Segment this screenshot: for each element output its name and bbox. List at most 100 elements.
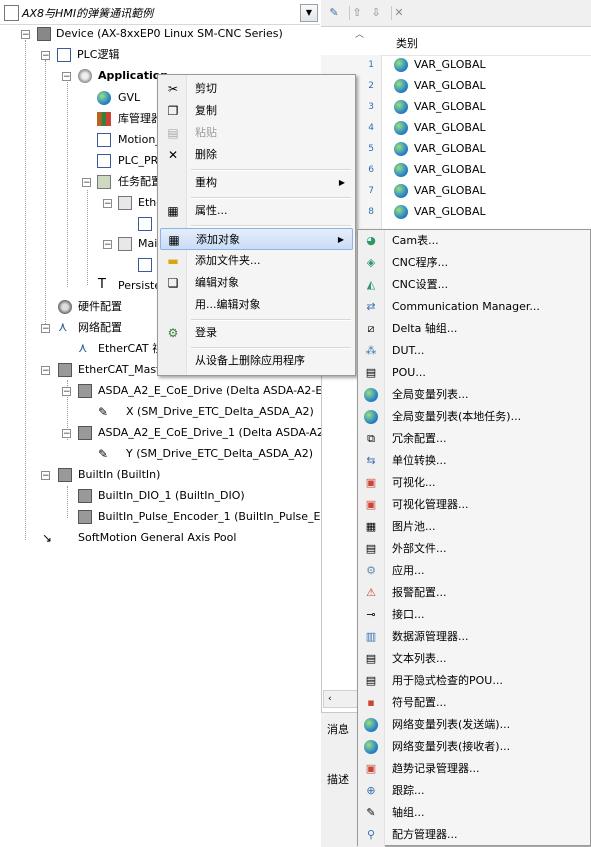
tree-row-persistent[interactable]: T Persiste <box>0 276 161 296</box>
collapse-toggle[interactable]: − <box>62 429 71 439</box>
tree-row-builtin-encoder[interactable]: BuiltIn_Pulse_Encoder_1 (BuiltIn_Pulse_E… <box>0 507 320 527</box>
collapse-toggle[interactable]: − <box>41 471 50 481</box>
menu-item-add-object[interactable]: ▦ 添加对象 ▶ <box>160 228 353 250</box>
menu-item-cut[interactable]: ✂ 剪切 <box>160 78 353 100</box>
menu-item-delete[interactable]: ✕ 删除 <box>160 144 353 166</box>
grid-row[interactable]: VAR_GLOBAL <box>394 75 486 96</box>
scroll-left-button[interactable]: ‹ <box>323 690 358 708</box>
grid-row[interactable]: VAR_GLOBAL <box>394 201 486 222</box>
tree-row-main-task[interactable]: − Main <box>0 234 164 254</box>
tree-row-plc-prg[interactable]: PLC_PRC <box>0 151 165 171</box>
globe-icon <box>364 718 378 732</box>
collapse-toggle[interactable]: − <box>103 240 112 250</box>
submenu-item-trace[interactable]: ⊕ 跟踪... <box>360 780 588 802</box>
tree-row-plc-logic[interactable]: − PLC逻辑 <box>0 45 320 65</box>
grid-row[interactable]: VAR_GLOBAL <box>394 96 486 117</box>
tree-row-task-config[interactable]: − 任务配置 <box>0 172 162 192</box>
submenu-item-alarm-config[interactable]: ⚠ 报警配置... <box>360 582 588 604</box>
collapse-toggle[interactable]: − <box>41 324 50 334</box>
menu-item-login[interactable]: ⚙ 登录 <box>160 322 353 344</box>
tree-row-main-call[interactable] <box>0 255 160 275</box>
add-variable-icon[interactable]: ✎ <box>327 6 341 20</box>
device-icon <box>78 426 92 440</box>
tree-row-ethercat-view[interactable]: ⋏ EtherCAT 视 <box>0 339 164 359</box>
submenu-item-datasource-manager[interactable]: ▥ 数据源管理器... <box>360 626 588 648</box>
menu-item-properties[interactable]: ▦ 属性... <box>160 200 353 222</box>
submenu-item-communication-manager[interactable]: ⇄ Communication Manager... <box>360 296 588 318</box>
collapse-toggle[interactable]: − <box>82 178 91 188</box>
submenu-item-text-list[interactable]: ▤ 文本列表... <box>360 648 588 670</box>
tree-row-motion[interactable]: Motion_ <box>0 130 161 150</box>
tree-dropdown-button[interactable]: ▼ <box>300 4 318 22</box>
tree-row-axis-pool[interactable]: ↘ SoftMotion General Axis Pool <box>0 528 320 548</box>
menu-item-remove-app[interactable]: 从设备上删除应用程序 <box>160 350 353 372</box>
collapse-toggle[interactable]: − <box>41 366 50 376</box>
tab-description[interactable]: 描述 <box>327 771 349 787</box>
axis-group-icon: ⧄ <box>367 322 375 335</box>
collapse-toggle[interactable]: − <box>62 72 71 82</box>
tree-row-axis-x[interactable]: ✎ X (SM_Drive_ETC_Delta_ASDA_A2) <box>0 402 320 422</box>
submenu-item-axis-group[interactable]: ✎ 轴组... <box>360 802 588 824</box>
submenu-item-image-pool[interactable]: ▦ 图片池... <box>360 516 588 538</box>
delete-icon[interactable]: ✕ <box>391 6 406 20</box>
collapse-toggle[interactable]: − <box>41 51 50 61</box>
collapse-toggle[interactable]: − <box>62 387 71 397</box>
tree-row-drive-y[interactable]: − ASDA_A2_E_CoE_Drive_1 (Delta ASDA-A2-E <box>0 423 335 443</box>
submenu-item-redundancy[interactable]: ⧉ 冗余配置... <box>360 428 588 450</box>
tree-row-library-manager[interactable]: 库管理器 <box>0 109 162 129</box>
submenu-item-pou[interactable]: ▤ POU... <box>360 362 588 384</box>
grid-row[interactable]: VAR_GLOBAL <box>394 180 486 201</box>
tree-row-builtin-dio[interactable]: BuiltIn_DIO_1 (BuiltIn_DIO) <box>0 486 320 506</box>
symbol-config-icon: ▪ <box>367 696 375 709</box>
collapse-toggle[interactable]: − <box>21 30 30 40</box>
tree-row-builtin[interactable]: − BuiltIn (BuiltIn) <box>0 465 320 485</box>
submenu-item-unit-conversion[interactable]: ⇆ 单位转换... <box>360 450 588 472</box>
menu-item-copy[interactable]: ❐ 复制 <box>160 100 353 122</box>
grid-row[interactable]: VAR_GLOBAL <box>394 159 486 180</box>
globe-icon <box>394 205 408 219</box>
tab-messages[interactable]: 消息 <box>327 721 349 737</box>
submenu-item-nvl-receiver[interactable]: 网络变量列表(接收者)... <box>360 736 588 758</box>
menu-item-edit-object[interactable]: ❏ 编辑对象 <box>160 272 353 294</box>
submenu-item-cam-table[interactable]: ◕ Cam表... <box>360 230 588 252</box>
menu-item-paste[interactable]: ▤ 粘贴 <box>160 122 353 144</box>
tree-row-axis-y[interactable]: ✎ Y (SM_Drive_ETC_Delta_ASDA_A2) <box>0 444 320 464</box>
submenu-item-symbol-config[interactable]: ▪ 符号配置... <box>360 692 588 714</box>
submenu-item-gvl-local[interactable]: 全局变量列表(本地任务)... <box>360 406 588 428</box>
grid-row[interactable]: VAR_GLOBAL <box>394 117 486 138</box>
collapse-toggle[interactable]: − <box>103 199 112 209</box>
move-down-icon[interactable]: ⇩ <box>369 6 383 20</box>
globe-icon <box>394 142 408 156</box>
submenu-item-cnc-program[interactable]: ◈ CNC程序... <box>360 252 588 274</box>
menu-item-refactor[interactable]: 重构 ▶ <box>160 172 353 194</box>
folder-icon: ▬ <box>167 254 179 268</box>
submenu-item-dut[interactable]: ⁂ DUT... <box>360 340 588 362</box>
submenu-item-external-file[interactable]: ▤ 外部文件... <box>360 538 588 560</box>
submenu-item-trend-manager[interactable]: ▣ 趋势记录管理器... <box>360 758 588 780</box>
menu-item-edit-object-with[interactable]: 用...编辑对象 <box>160 294 353 316</box>
submenu-item-nvl-sender[interactable]: 网络变量列表(发送端)... <box>360 714 588 736</box>
submenu-item-interface[interactable]: ⊸ 接口... <box>360 604 588 626</box>
menu-label: 登录 <box>195 326 217 339</box>
submenu-item-gvl[interactable]: 全局变量列表... <box>360 384 588 406</box>
submenu-item-visualization[interactable]: ▣ 可视化... <box>360 472 588 494</box>
submenu-item-implicit-check-pou[interactable]: ▤ 用于隐式检查的POU... <box>360 670 588 692</box>
submenu-item-application[interactable]: ⚙ 应用... <box>360 560 588 582</box>
submenu-item-cnc-settings[interactable]: ◭ CNC设置... <box>360 274 588 296</box>
device-icon <box>58 468 72 482</box>
grid-row[interactable]: VAR_GLOBAL <box>394 138 486 159</box>
submenu-item-visualization-manager[interactable]: ▣ 可视化管理器... <box>360 494 588 516</box>
sort-up-icon[interactable]: ︿ <box>355 27 364 40</box>
tree-row-task-call[interactable] <box>0 214 160 234</box>
submenu-item-delta-axis-group[interactable]: ⧄ Delta 轴组... <box>360 318 588 340</box>
menu-item-add-folder[interactable]: ▬ 添加文件夹... <box>160 250 353 272</box>
tree-row-drive-x[interactable]: − ASDA_A2_E_CoE_Drive (Delta ASDA-A2-E E… <box>0 381 344 401</box>
tree-row-gvl[interactable]: GVL <box>0 88 160 108</box>
tree-label: EtherCAT 视 <box>98 342 164 355</box>
grid-row[interactable]: VAR_GLOBAL <box>394 54 486 75</box>
tree-row-ethercat-task[interactable]: − Ethe <box>0 193 163 213</box>
tree-row-device[interactable]: − Device (AX-8xxEP0 Linux SM-CNC Series) <box>0 24 320 44</box>
column-header-category[interactable]: 类别 <box>396 35 418 51</box>
move-up-icon[interactable]: ⇧ <box>349 6 364 20</box>
submenu-item-recipe-manager[interactable]: ⚲ 配方管理器... <box>360 824 588 846</box>
